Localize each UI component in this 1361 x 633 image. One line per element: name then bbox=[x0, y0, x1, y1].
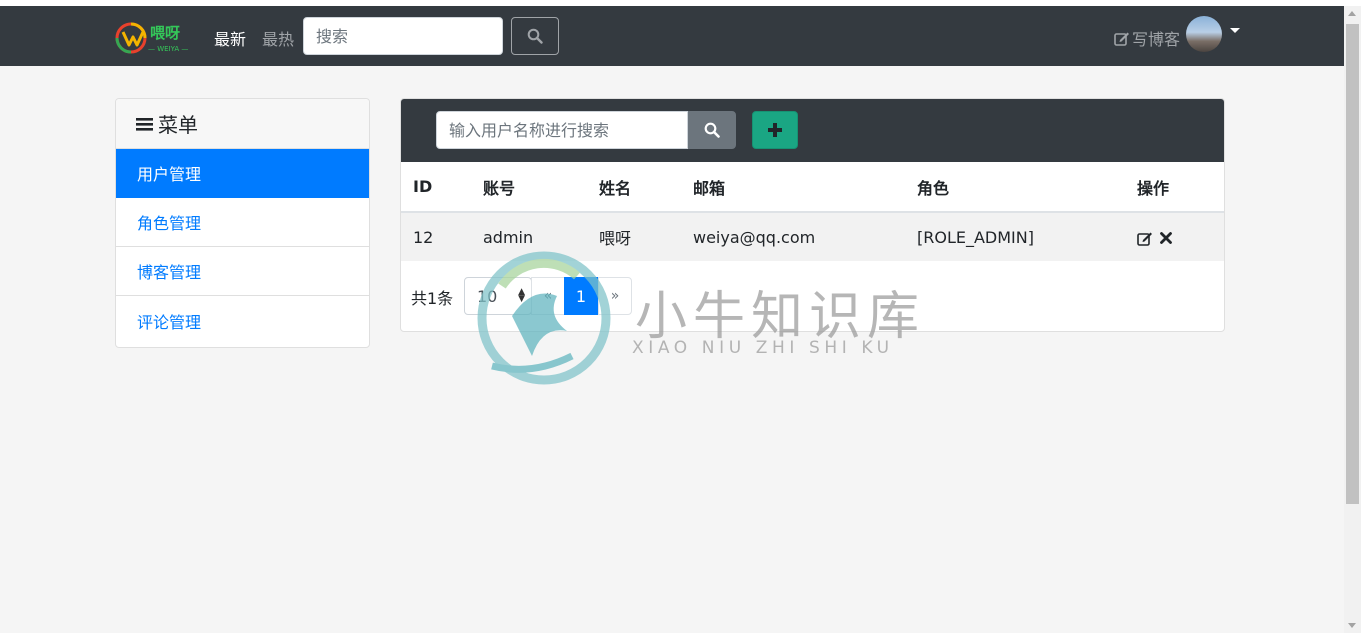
sidebar-item-blogs[interactable]: 博客管理 bbox=[116, 247, 369, 296]
site-search-input[interactable] bbox=[303, 17, 503, 55]
sidebar-item-users[interactable]: 用户管理 bbox=[116, 149, 369, 198]
bars-icon bbox=[136, 117, 153, 131]
watermark-logo-icon bbox=[477, 251, 611, 385]
plus-icon bbox=[768, 123, 782, 137]
chevron-down-icon[interactable] bbox=[1230, 28, 1240, 33]
sidebar-item-roles[interactable]: 角色管理 bbox=[116, 198, 369, 247]
cell-actions bbox=[1125, 212, 1224, 261]
column-header-email: 邮箱 bbox=[681, 162, 905, 213]
search-icon bbox=[704, 122, 720, 138]
sidebar-item-comments[interactable]: 评论管理 bbox=[116, 296, 369, 345]
sidebar-menu: 菜单 用户管理 角色管理 博客管理 评论管理 bbox=[115, 98, 370, 348]
user-search-input[interactable] bbox=[436, 111, 688, 149]
column-header-role: 角色 bbox=[905, 162, 1125, 213]
logo-icon: 喂呀 — WEIYA — bbox=[115, 22, 188, 54]
nav-hot[interactable]: 最热 bbox=[262, 26, 294, 50]
scroll-down-icon[interactable] bbox=[1348, 623, 1356, 628]
user-search-button[interactable] bbox=[688, 111, 736, 149]
logo-subtext: — WEIYA — bbox=[148, 45, 188, 53]
page-scrollbar[interactable] bbox=[1344, 6, 1361, 633]
scroll-up-icon[interactable] bbox=[1348, 11, 1356, 16]
site-search-button[interactable] bbox=[511, 17, 559, 55]
watermark: 小牛知识库 XIAO NIU ZHI SHI KU bbox=[472, 246, 919, 391]
column-header-id: ID bbox=[401, 162, 471, 213]
sidebar-title: 菜单 bbox=[158, 113, 198, 137]
site-logo[interactable]: 喂呀 — WEIYA — bbox=[114, 19, 190, 55]
column-header-account: 账号 bbox=[471, 162, 587, 213]
watermark-subtitle: XIAO NIU ZHI SHI KU bbox=[632, 338, 894, 358]
write-blog-label: 写博客 bbox=[1132, 30, 1181, 49]
nav-latest[interactable]: 最新 bbox=[214, 26, 246, 50]
column-header-name: 姓名 bbox=[587, 162, 681, 213]
cell-role: [ROLE_ADMIN] bbox=[905, 212, 1125, 261]
column-header-actions: 操作 bbox=[1125, 162, 1224, 213]
write-blog-link[interactable]: 写博客 bbox=[1114, 26, 1180, 50]
edit-icon bbox=[1114, 32, 1129, 46]
add-user-button[interactable] bbox=[752, 111, 798, 149]
panel-toolbar bbox=[401, 99, 1224, 162]
edit-icon[interactable] bbox=[1137, 231, 1153, 246]
avatar[interactable] bbox=[1186, 16, 1222, 52]
top-navbar: 喂呀 — WEIYA — 最新 最热 写博客 bbox=[0, 6, 1344, 66]
scrollbar-thumb[interactable] bbox=[1346, 24, 1359, 504]
table-header-row: ID 账号 姓名 邮箱 角色 操作 bbox=[401, 162, 1224, 213]
total-count: 共1条 bbox=[411, 289, 454, 308]
cell-id: 12 bbox=[401, 212, 471, 261]
search-icon bbox=[527, 28, 543, 44]
logo-text: 喂呀 bbox=[150, 24, 180, 42]
close-icon[interactable] bbox=[1160, 232, 1172, 244]
sidebar-header: 菜单 bbox=[116, 99, 369, 149]
